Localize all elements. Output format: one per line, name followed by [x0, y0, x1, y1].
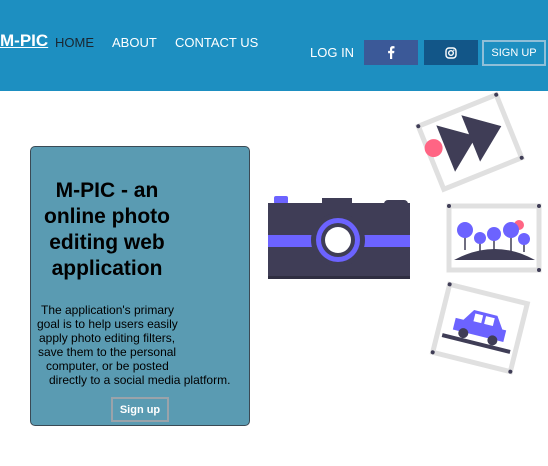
hero-description-line: directly to a social media platform. [49, 373, 231, 387]
navbar: M-PIC HOME ABOUT CONTACT US LOG IN SIGN … [0, 0, 548, 91]
hero-description-line: save them to the personal [38, 345, 177, 359]
brand-logo[interactable]: M-PIC [0, 31, 48, 51]
play-photo-icon [415, 91, 525, 193]
hero-title-line: M-PIC - an [55, 179, 159, 202]
nav-signup-button[interactable]: SIGN UP [482, 40, 546, 66]
instagram-button[interactable] [424, 40, 478, 65]
instagram-icon [445, 46, 457, 59]
hero-description: The application's primary goal is to hel… [31, 303, 241, 387]
login-link[interactable]: LOG IN [310, 45, 354, 60]
facebook-icon [388, 46, 395, 59]
hero-title: M-PIC - an online photo editing web appl… [31, 178, 183, 282]
camera-icon [268, 196, 410, 279]
hero-title-line: editing web [49, 231, 165, 254]
hero-signup-button[interactable]: Sign up [111, 397, 169, 422]
nav-contact-link[interactable]: CONTACT US [175, 35, 258, 50]
hero-description-line: apply photo editing filters, [39, 331, 176, 345]
hero-title-line: online photo [44, 205, 170, 228]
facebook-button[interactable] [364, 40, 418, 65]
landscape-photo-icon [446, 203, 542, 273]
nav-about-link[interactable]: ABOUT [112, 35, 157, 50]
hero-description-line: The application's primary [41, 303, 175, 317]
camera-photos-illustration [268, 91, 542, 375]
hero-card: M-PIC - an online photo editing web appl… [30, 146, 250, 426]
hero-description-line: computer, or be posted [46, 359, 169, 373]
hero-title-line: application [51, 257, 163, 280]
hero-description-line: goal is to help users easily [37, 317, 178, 331]
car-photo-icon [429, 281, 531, 375]
nav-home-link[interactable]: HOME [55, 35, 94, 50]
